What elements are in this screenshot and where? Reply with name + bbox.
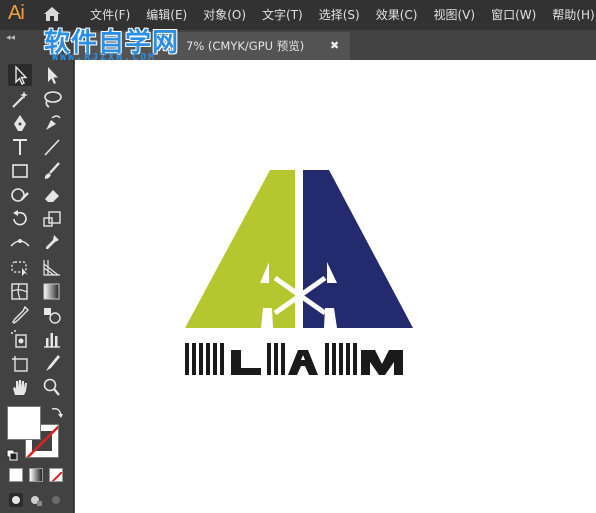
home-icon[interactable]	[42, 4, 62, 24]
menu-object[interactable]: 对象(O)	[195, 0, 254, 30]
gradient-tool-icon[interactable]	[40, 280, 64, 302]
swap-fill-stroke-icon[interactable]	[50, 404, 64, 418]
rotate-tool-icon[interactable]	[8, 208, 32, 230]
shaper-tool-icon[interactable]	[8, 184, 32, 206]
lasso-tool-icon[interactable]	[40, 88, 64, 110]
menu-help[interactable]: 帮助(H)	[544, 0, 596, 30]
panel-collapse-icon[interactable]: ◂◂	[6, 33, 15, 43]
menu-select[interactable]: 选择(S)	[311, 0, 368, 30]
draw-inside-icon[interactable]	[48, 492, 64, 508]
tools-panel	[0, 60, 74, 513]
eraser-tool-icon[interactable]	[40, 184, 64, 206]
default-fill-stroke-icon[interactable]	[6, 446, 18, 461]
magic-wand-tool-icon[interactable]	[8, 88, 32, 110]
artboard-canvas[interactable]	[75, 60, 596, 513]
eyedropper-tool-icon[interactable]	[8, 304, 32, 326]
type-tool-icon[interactable]	[8, 136, 32, 158]
zoom-tool-icon[interactable]	[40, 376, 64, 398]
slice-tool-icon[interactable]	[40, 352, 64, 374]
fill-color-front[interactable]	[7, 406, 41, 440]
hand-tool-icon[interactable]	[8, 376, 32, 398]
free-transform-tool-icon[interactable]	[8, 256, 32, 278]
menu-window[interactable]: 窗口(W)	[483, 0, 544, 30]
app-logo: Ai	[8, 2, 25, 24]
scale-tool-icon[interactable]	[40, 208, 64, 230]
direct-selection-tool-icon[interactable]	[40, 64, 64, 86]
blend-tool-icon[interactable]	[40, 304, 64, 326]
green-a-shape	[185, 170, 295, 328]
barcode-lettering	[185, 343, 403, 375]
artboard-tool-icon[interactable]	[8, 352, 32, 374]
draw-normal-icon[interactable]	[8, 492, 24, 508]
selection-tool-icon[interactable]	[8, 64, 32, 86]
document-tab-title: 7% (CMYK/GPU 预览)	[186, 39, 305, 53]
symbol-sprayer-tool-icon[interactable]	[8, 328, 32, 350]
perspective-grid-tool-icon[interactable]	[40, 256, 64, 278]
mesh-tool-icon[interactable]	[8, 280, 32, 302]
navy-a-shape	[303, 170, 413, 328]
width-tool-icon[interactable]	[8, 232, 32, 254]
rectangle-tool-icon[interactable]	[8, 160, 32, 182]
pen-tool-icon[interactable]	[8, 112, 32, 134]
draw-behind-icon[interactable]	[28, 492, 44, 508]
curvature-tool-icon[interactable]	[40, 112, 64, 134]
line-segment-tool-icon[interactable]	[40, 136, 64, 158]
none-mode-icon[interactable]	[49, 468, 63, 482]
menu-type[interactable]: 文字(T)	[254, 0, 311, 30]
paintbrush-tool-icon[interactable]	[40, 160, 64, 182]
menu-view[interactable]: 视图(V)	[425, 0, 483, 30]
puppet-warp-tool-icon[interactable]	[40, 232, 64, 254]
column-graph-tool-icon[interactable]	[40, 328, 64, 350]
tab-close-icon[interactable]: ✖	[330, 32, 339, 60]
color-mode-icon[interactable]	[9, 468, 23, 482]
gradient-mode-icon[interactable]	[29, 468, 43, 482]
menu-effect[interactable]: 效果(C)	[368, 0, 426, 30]
logo-artwork[interactable]	[185, 168, 415, 378]
